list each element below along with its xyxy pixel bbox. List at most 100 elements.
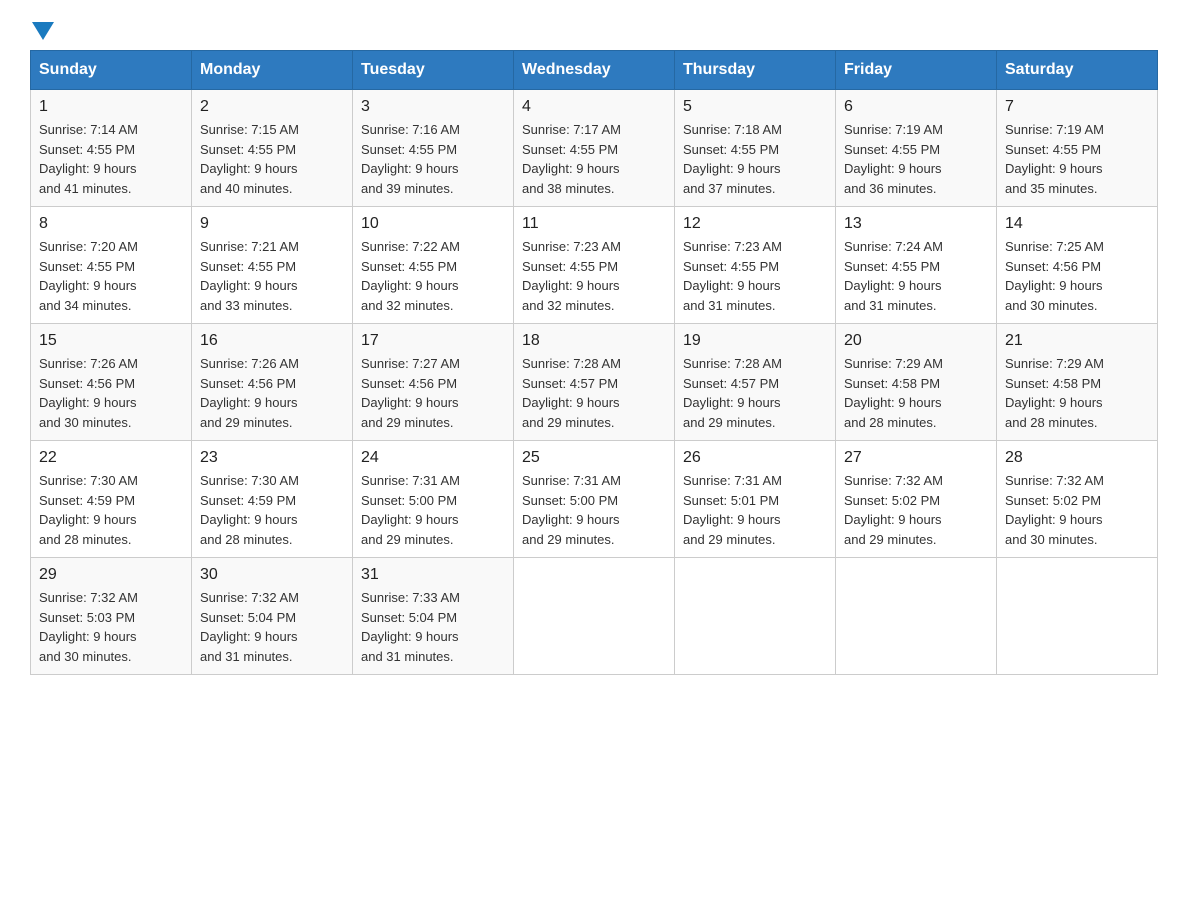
day-number: 17 <box>361 332 505 350</box>
day-info: Sunrise: 7:18 AMSunset: 4:55 PMDaylight:… <box>683 120 827 198</box>
day-number: 10 <box>361 215 505 233</box>
calendar-cell: 6 Sunrise: 7:19 AMSunset: 4:55 PMDaylight… <box>836 90 997 207</box>
calendar-cell: 8 Sunrise: 7:20 AMSunset: 4:55 PMDaylight… <box>31 207 192 324</box>
calendar-cell: 25 Sunrise: 7:31 AMSunset: 5:00 PMDayligh… <box>514 441 675 558</box>
day-number: 14 <box>1005 215 1149 233</box>
day-number: 2 <box>200 98 344 116</box>
day-number: 27 <box>844 449 988 467</box>
day-number: 5 <box>683 98 827 116</box>
calendar-cell <box>675 558 836 675</box>
day-info: Sunrise: 7:30 AMSunset: 4:59 PMDaylight:… <box>200 471 344 549</box>
week-row-1: 1 Sunrise: 7:14 AMSunset: 4:55 PMDaylight… <box>31 90 1158 207</box>
calendar-cell: 21 Sunrise: 7:29 AMSunset: 4:58 PMDayligh… <box>997 324 1158 441</box>
day-info: Sunrise: 7:32 AMSunset: 5:02 PMDaylight:… <box>1005 471 1149 549</box>
calendar-cell: 16 Sunrise: 7:26 AMSunset: 4:56 PMDayligh… <box>192 324 353 441</box>
calendar-cell: 29 Sunrise: 7:32 AMSunset: 5:03 PMDayligh… <box>31 558 192 675</box>
header-saturday: Saturday <box>997 51 1158 90</box>
day-number: 1 <box>39 98 183 116</box>
day-info: Sunrise: 7:20 AMSunset: 4:55 PMDaylight:… <box>39 237 183 315</box>
day-number: 7 <box>1005 98 1149 116</box>
calendar-cell: 30 Sunrise: 7:32 AMSunset: 5:04 PMDayligh… <box>192 558 353 675</box>
day-number: 12 <box>683 215 827 233</box>
calendar-cell: 18 Sunrise: 7:28 AMSunset: 4:57 PMDayligh… <box>514 324 675 441</box>
calendar-cell: 4 Sunrise: 7:17 AMSunset: 4:55 PMDaylight… <box>514 90 675 207</box>
day-info: Sunrise: 7:31 AMSunset: 5:00 PMDaylight:… <box>361 471 505 549</box>
calendar-cell: 31 Sunrise: 7:33 AMSunset: 5:04 PMDayligh… <box>353 558 514 675</box>
calendar-cell: 9 Sunrise: 7:21 AMSunset: 4:55 PMDaylight… <box>192 207 353 324</box>
day-info: Sunrise: 7:29 AMSunset: 4:58 PMDaylight:… <box>844 354 988 432</box>
day-number: 24 <box>361 449 505 467</box>
logo <box>30 20 54 40</box>
calendar-cell: 19Sunrise: 7:28 AMSunset: 4:57 PMDayligh… <box>675 324 836 441</box>
day-info: Sunrise: 7:17 AMSunset: 4:55 PMDaylight:… <box>522 120 666 198</box>
day-number: 23 <box>200 449 344 467</box>
calendar-cell: 3Sunrise: 7:16 AMSunset: 4:55 PMDaylight… <box>353 90 514 207</box>
header-wednesday: Wednesday <box>514 51 675 90</box>
calendar-table: SundayMondayTuesdayWednesdayThursdayFrid… <box>30 50 1158 675</box>
day-number: 30 <box>200 566 344 584</box>
day-number: 6 <box>844 98 988 116</box>
day-number: 21 <box>1005 332 1149 350</box>
calendar-cell: 11 Sunrise: 7:23 AMSunset: 4:55 PMDayligh… <box>514 207 675 324</box>
day-number: 28 <box>1005 449 1149 467</box>
calendar-header-row: SundayMondayTuesdayWednesdayThursdayFrid… <box>31 51 1158 90</box>
day-number: 29 <box>39 566 183 584</box>
header-thursday: Thursday <box>675 51 836 90</box>
logo-triangle-icon <box>32 22 54 40</box>
calendar-cell: 22Sunrise: 7:30 AMSunset: 4:59 PMDayligh… <box>31 441 192 558</box>
calendar-cell: 20Sunrise: 7:29 AMSunset: 4:58 PMDayligh… <box>836 324 997 441</box>
calendar-cell: 14Sunrise: 7:25 AMSunset: 4:56 PMDayligh… <box>997 207 1158 324</box>
day-number: 18 <box>522 332 666 350</box>
day-number: 26 <box>683 449 827 467</box>
week-row-2: 8 Sunrise: 7:20 AMSunset: 4:55 PMDaylight… <box>31 207 1158 324</box>
day-info: Sunrise: 7:33 AMSunset: 5:04 PMDaylight:… <box>361 588 505 666</box>
week-row-5: 29 Sunrise: 7:32 AMSunset: 5:03 PMDayligh… <box>31 558 1158 675</box>
calendar-cell: 1 Sunrise: 7:14 AMSunset: 4:55 PMDaylight… <box>31 90 192 207</box>
calendar-cell: 5 Sunrise: 7:18 AMSunset: 4:55 PMDaylight… <box>675 90 836 207</box>
calendar-cell: 23 Sunrise: 7:30 AMSunset: 4:59 PMDayligh… <box>192 441 353 558</box>
calendar-cell <box>836 558 997 675</box>
page-header <box>30 20 1158 40</box>
day-info: Sunrise: 7:26 AMSunset: 4:56 PMDaylight:… <box>200 354 344 432</box>
calendar-cell: 17 Sunrise: 7:27 AMSunset: 4:56 PMDayligh… <box>353 324 514 441</box>
day-info: Sunrise: 7:19 AMSunset: 4:55 PMDaylight:… <box>844 120 988 198</box>
day-info: Sunrise: 7:28 AMSunset: 4:57 PMDaylight:… <box>683 354 827 432</box>
calendar-cell: 27Sunrise: 7:32 AMSunset: 5:02 PMDayligh… <box>836 441 997 558</box>
day-info: Sunrise: 7:23 AMSunset: 4:55 PMDaylight:… <box>683 237 827 315</box>
week-row-4: 22Sunrise: 7:30 AMSunset: 4:59 PMDayligh… <box>31 441 1158 558</box>
day-info: Sunrise: 7:24 AMSunset: 4:55 PMDaylight:… <box>844 237 988 315</box>
day-number: 11 <box>522 215 666 233</box>
day-info: Sunrise: 7:27 AMSunset: 4:56 PMDaylight:… <box>361 354 505 432</box>
day-number: 4 <box>522 98 666 116</box>
day-info: Sunrise: 7:32 AMSunset: 5:03 PMDaylight:… <box>39 588 183 666</box>
day-info: Sunrise: 7:26 AMSunset: 4:56 PMDaylight:… <box>39 354 183 432</box>
week-row-3: 15 Sunrise: 7:26 AMSunset: 4:56 PMDayligh… <box>31 324 1158 441</box>
calendar-cell: 15 Sunrise: 7:26 AMSunset: 4:56 PMDayligh… <box>31 324 192 441</box>
day-number: 16 <box>200 332 344 350</box>
day-info: Sunrise: 7:22 AMSunset: 4:55 PMDaylight:… <box>361 237 505 315</box>
day-info: Sunrise: 7:32 AMSunset: 5:04 PMDaylight:… <box>200 588 344 666</box>
calendar-cell <box>997 558 1158 675</box>
day-number: 9 <box>200 215 344 233</box>
header-sunday: Sunday <box>31 51 192 90</box>
day-info: Sunrise: 7:31 AMSunset: 5:00 PMDaylight:… <box>522 471 666 549</box>
day-info: Sunrise: 7:23 AMSunset: 4:55 PMDaylight:… <box>522 237 666 315</box>
calendar-cell: 12 Sunrise: 7:23 AMSunset: 4:55 PMDayligh… <box>675 207 836 324</box>
day-info: Sunrise: 7:19 AMSunset: 4:55 PMDaylight:… <box>1005 120 1149 198</box>
calendar-cell: 7 Sunrise: 7:19 AMSunset: 4:55 PMDaylight… <box>997 90 1158 207</box>
day-info: Sunrise: 7:28 AMSunset: 4:57 PMDaylight:… <box>522 354 666 432</box>
calendar-cell: 10 Sunrise: 7:22 AMSunset: 4:55 PMDayligh… <box>353 207 514 324</box>
day-number: 31 <box>361 566 505 584</box>
day-number: 25 <box>522 449 666 467</box>
day-number: 3 <box>361 98 505 116</box>
calendar-cell <box>514 558 675 675</box>
header-friday: Friday <box>836 51 997 90</box>
day-number: 15 <box>39 332 183 350</box>
calendar-cell: 2Sunrise: 7:15 AMSunset: 4:55 PMDaylight… <box>192 90 353 207</box>
day-number: 8 <box>39 215 183 233</box>
calendar-cell: 28 Sunrise: 7:32 AMSunset: 5:02 PMDayligh… <box>997 441 1158 558</box>
day-info: Sunrise: 7:14 AMSunset: 4:55 PMDaylight:… <box>39 120 183 198</box>
day-info: Sunrise: 7:29 AMSunset: 4:58 PMDaylight:… <box>1005 354 1149 432</box>
header-monday: Monday <box>192 51 353 90</box>
day-info: Sunrise: 7:21 AMSunset: 4:55 PMDaylight:… <box>200 237 344 315</box>
